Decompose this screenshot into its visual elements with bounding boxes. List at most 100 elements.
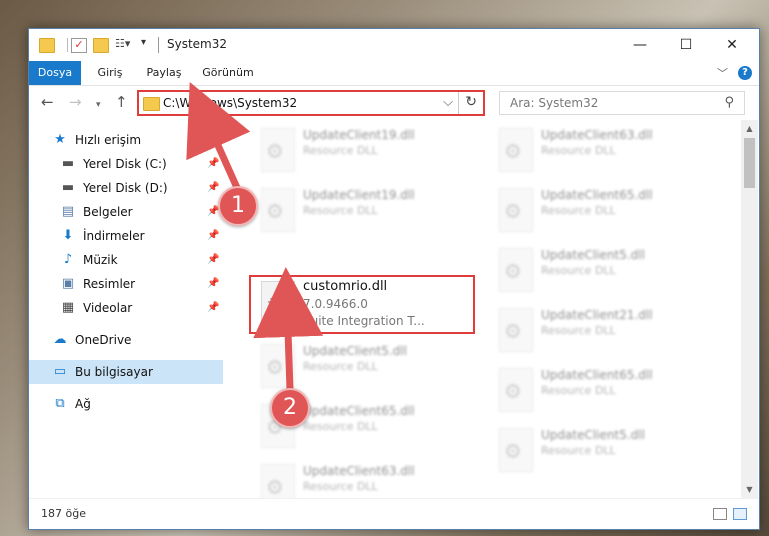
file-description: Resource DLL — [541, 204, 616, 217]
minimize-button[interactable]: — — [617, 29, 663, 61]
file-description: Resource DLL — [303, 360, 378, 373]
sidebar-item-videos[interactable]: ▦ Videolar 📌 — [29, 296, 223, 320]
dll-file-icon: ⚙ — [261, 188, 295, 232]
file-item[interactable]: ⚙ UpdateClient5.dll Resource DLL — [489, 424, 709, 484]
quick-access-menu-icon[interactable]: ☷▾ — [115, 37, 130, 50]
file-name: UpdateClient65.dll — [541, 368, 653, 382]
file-description: Resource DLL — [541, 264, 616, 277]
forward-arrow-icon[interactable]: → — [69, 95, 82, 110]
sidebar-item-documents[interactable]: ▤ Belgeler 📌 — [29, 200, 223, 224]
file-name: UpdateClient19.dll — [303, 128, 415, 142]
file-description: Resource DLL — [303, 420, 378, 433]
sidebar-item-label: OneDrive — [75, 333, 132, 347]
network-icon: ⧉ — [55, 396, 65, 411]
pin-icon[interactable]: 📌 — [207, 152, 219, 176]
window-title: System32 — [167, 37, 228, 51]
file-description: Resource DLL — [303, 480, 378, 493]
dll-file-icon: ⚙ — [499, 248, 533, 292]
sidebar-item-downloads[interactable]: ⬇ İndirmeler 📌 — [29, 224, 223, 248]
address-divider — [458, 92, 459, 114]
dll-file-icon: ⚙ — [261, 128, 295, 172]
file-description: Resource DLL — [541, 384, 616, 397]
search-input[interactable]: Ara: System32 ⚲ — [499, 91, 745, 115]
file-name: UpdateClient5.dll — [541, 248, 645, 262]
file-item[interactable]: ⚙ UpdateClient65.dll Resource DLL — [489, 184, 709, 244]
sidebar-item-label: Videolar — [83, 301, 133, 315]
dll-file-icon: ⚙ — [499, 428, 533, 472]
file-name: UpdateClient5.dll — [303, 344, 407, 358]
refresh-icon[interactable]: ↻ — [465, 94, 477, 110]
pin-icon[interactable]: 📌 — [207, 176, 219, 200]
file-list: ⚙ UpdateClient19.dll Resource DLL ⚙ Upda… — [223, 120, 741, 498]
navigation-bar: ← → ▾ ↑ C:\Windows\System32 ⌵ ↻ Ara: Sys… — [29, 86, 759, 120]
title-divider — [158, 37, 159, 53]
file-item[interactable]: ⚙ UpdateClient21.dll Resource DLL — [489, 304, 709, 364]
file-description: Resource DLL — [303, 204, 378, 217]
new-folder-icon[interactable] — [93, 38, 109, 53]
cloud-icon: ☁ — [53, 332, 67, 347]
vertical-scrollbar[interactable]: ▲ ▼ — [741, 120, 758, 498]
sidebar-item-this-pc[interactable]: ▭ Bu bilgisayar — [29, 360, 223, 384]
up-arrow-icon[interactable]: ↑ — [115, 95, 128, 110]
drive-icon: ▬ — [61, 156, 75, 171]
customize-toolbar-dropdown[interactable]: ▾ — [141, 37, 146, 48]
tab-paylas[interactable]: Paylaş — [141, 61, 187, 85]
drive-icon: ▬ — [61, 180, 75, 195]
file-item[interactable]: ⚙ UpdateClient63.dll Resource DLL — [489, 124, 709, 184]
close-button[interactable]: ✕ — [709, 29, 755, 61]
help-icon[interactable]: ? — [738, 66, 752, 80]
scroll-down-arrow-icon[interactable]: ▼ — [741, 485, 758, 494]
maximize-button[interactable]: ☐ — [663, 29, 709, 61]
file-item[interactable]: ⚙ UpdateClient63.dll Resource DLL — [251, 460, 471, 498]
tab-gorunum[interactable]: Görünüm — [199, 61, 257, 85]
file-name: UpdateClient5.dll — [541, 428, 645, 442]
tab-giris[interactable]: Giriş — [89, 61, 131, 85]
expand-ribbon-chevron-icon[interactable]: ﹀ — [717, 65, 728, 81]
search-icon[interactable]: ⚲ — [724, 95, 734, 110]
large-icons-view-icon[interactable] — [733, 508, 747, 520]
pictures-icon: ▣ — [61, 276, 75, 291]
file-description: Resource DLL — [541, 324, 616, 337]
sidebar-item-label: Ağ — [75, 397, 91, 411]
sidebar-item-network[interactable]: ⧉ Ağ — [29, 392, 223, 416]
folder-icon — [39, 38, 55, 53]
scrollbar-thumb[interactable] — [744, 138, 755, 188]
scroll-up-arrow-icon[interactable]: ▲ — [741, 124, 758, 133]
file-item[interactable]: ⚙ UpdateClient65.dll Resource DLL — [489, 364, 709, 424]
address-path[interactable]: C:\Windows\System32 — [163, 96, 297, 110]
details-view-icon[interactable] — [713, 508, 727, 520]
sidebar-item-pictures[interactable]: ▣ Resimler 📌 — [29, 272, 223, 296]
file-item[interactable]: ⚙ UpdateClient19.dll Resource DLL — [251, 124, 471, 184]
sidebar-item-label: İndirmeler — [83, 229, 145, 243]
sidebar-item-local-disk-d[interactable]: ▬ Yerel Disk (D:) 📌 — [29, 176, 223, 200]
pin-icon[interactable]: 📌 — [207, 272, 219, 296]
back-arrow-icon[interactable]: ← — [41, 95, 54, 110]
pin-icon[interactable]: 📌 — [207, 296, 219, 320]
tab-dosya[interactable]: Dosya — [29, 61, 81, 85]
sidebar-item-label: Resimler — [83, 277, 136, 291]
pin-icon[interactable]: 📌 — [207, 224, 219, 248]
dll-file-icon: ⚙ — [261, 464, 295, 498]
sidebar-item-quick-access[interactable]: ★ Hızlı erişim — [29, 128, 223, 152]
address-bar[interactable]: C:\Windows\System32 ⌵ ↻ — [137, 90, 485, 116]
pin-icon[interactable]: 📌 — [207, 248, 219, 272]
file-item[interactable]: ⚙ UpdateClient5.dll Resource DLL — [489, 244, 709, 304]
file-name: UpdateClient63.dll — [303, 464, 415, 478]
title-bar: ✓ ☷▾ ▾ System32 — ☐ ✕ — [29, 29, 759, 61]
download-icon: ⬇ — [62, 228, 74, 243]
sidebar-item-local-disk-c[interactable]: ▬ Yerel Disk (C:) 📌 — [29, 152, 223, 176]
sidebar-item-onedrive[interactable]: ☁ OneDrive — [29, 328, 223, 352]
music-icon: ♪ — [63, 252, 73, 267]
properties-icon[interactable]: ✓ — [71, 38, 87, 53]
address-history-chevron-icon[interactable]: ⌵ — [443, 95, 453, 110]
video-icon: ▦ — [61, 300, 75, 315]
explorer-window: ✓ ☷▾ ▾ System32 — ☐ ✕ Dosya Giriş Paylaş… — [28, 28, 760, 530]
sidebar-item-music[interactable]: ♪ Müzik 📌 — [29, 248, 223, 272]
item-count: 187 öğe — [41, 507, 86, 520]
computer-icon: ▭ — [53, 364, 67, 379]
recent-locations-chevron-icon[interactable]: ▾ — [96, 98, 101, 113]
file-item[interactable]: ⚙ UpdateClient19.dll Resource DLL — [251, 184, 471, 244]
file-description: Resource DLL — [541, 444, 616, 457]
file-name: UpdateClient65.dll — [541, 188, 653, 202]
file-description: Resource DLL — [541, 144, 616, 157]
